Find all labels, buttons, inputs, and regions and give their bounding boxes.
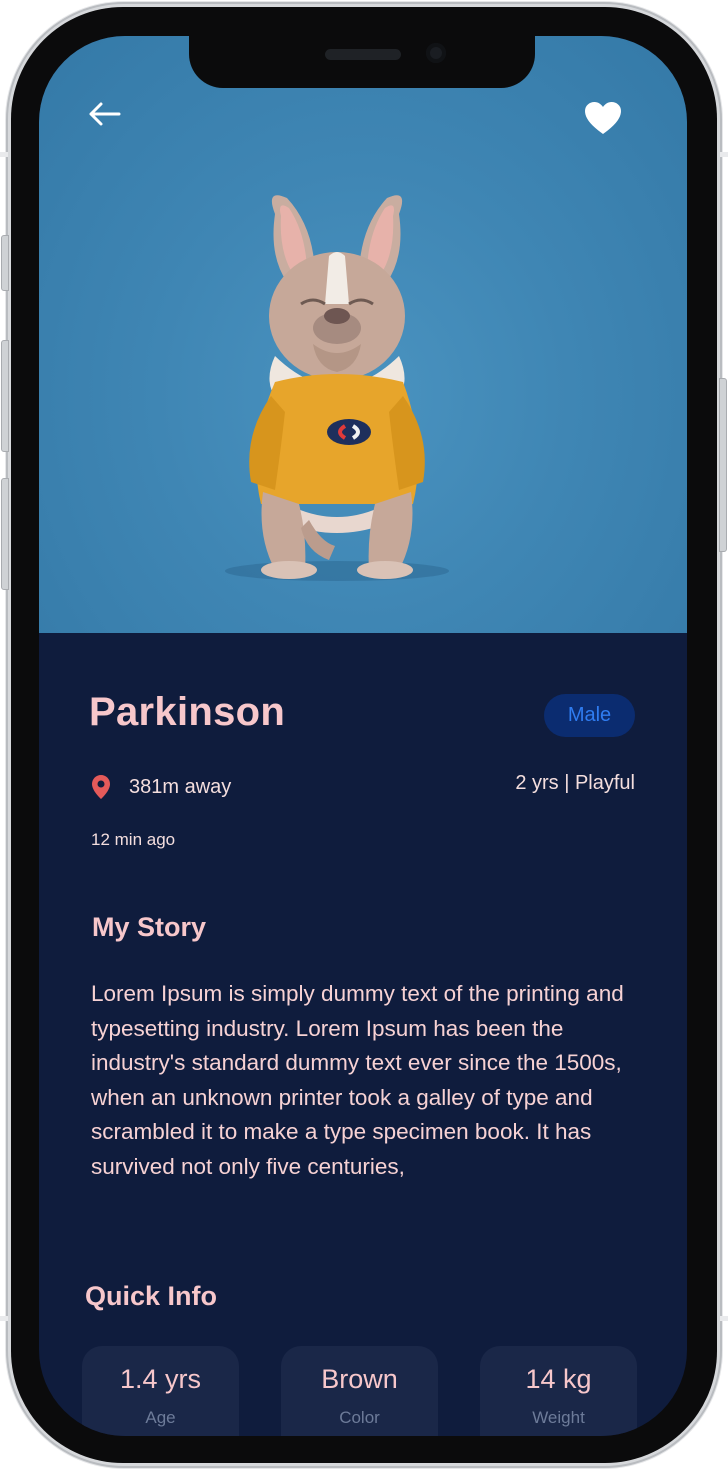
info-value: Brown (321, 1364, 398, 1394)
age-temperament: 2 yrs | Playful (515, 772, 635, 794)
distance-text: 381m away (129, 775, 232, 798)
location-row: 381m away (91, 774, 231, 800)
silent-switch (1, 235, 9, 291)
antenna-band (0, 152, 8, 157)
volume-up-button (1, 340, 9, 452)
arrow-left-icon (89, 102, 121, 126)
antenna-band (720, 1316, 728, 1321)
info-label: Color (339, 1408, 380, 1427)
favorite-button[interactable] (583, 100, 623, 136)
info-label: Weight (532, 1408, 585, 1427)
power-button (719, 378, 727, 552)
info-value: 1.4 yrs (119, 1364, 202, 1394)
antenna-band (0, 1316, 8, 1321)
volume-down-button (1, 478, 9, 590)
info-value: 14 kg (525, 1364, 592, 1394)
pet-name: Parkinson (89, 690, 286, 734)
story-heading: My Story (92, 912, 207, 942)
location-pin-icon (92, 775, 110, 799)
app-screen: Parkinson Male 381m away 2 yrs | Playful… (39, 36, 687, 1436)
french-bulldog-image (225, 195, 449, 581)
back-button[interactable] (85, 98, 125, 130)
gender-badge: Male (544, 694, 635, 737)
earpiece-speaker (325, 49, 401, 60)
info-card-age: 1.4 yrs Age (82, 1346, 239, 1436)
info-card-weight: 14 kg Weight (480, 1346, 637, 1436)
posted-time: 12 min ago (91, 830, 176, 849)
front-camera (426, 43, 446, 63)
antenna-band (720, 152, 728, 157)
info-card-color: Brown Color (281, 1346, 438, 1436)
story-body: Lorem Ipsum is simply dummy text of the … (91, 981, 624, 1179)
heart-icon (585, 102, 621, 134)
pet-photo (39, 36, 687, 633)
notch (189, 36, 535, 88)
info-label: Age (145, 1408, 176, 1427)
quick-info-heading: Quick Info (85, 1281, 218, 1311)
